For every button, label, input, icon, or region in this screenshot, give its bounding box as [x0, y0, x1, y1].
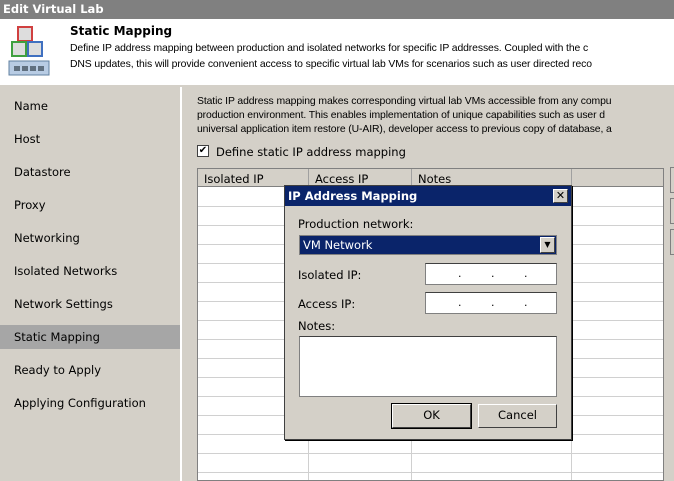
header-description: DNS updates, this will provide convenien…: [70, 59, 592, 70]
sidebar-item-host[interactable]: Host: [0, 127, 180, 151]
sidebar-item-datastore[interactable]: Datastore: [0, 160, 180, 184]
define-mapping-checkbox[interactable]: ✔: [197, 145, 209, 157]
table-row-divider: [198, 472, 663, 473]
isolated-ip-label: Isolated IP:: [298, 268, 362, 282]
page-title: Static Mapping: [70, 24, 173, 38]
sidebar-item-name[interactable]: Name: [0, 94, 180, 118]
chevron-down-icon[interactable]: ▼: [540, 237, 555, 253]
dialog-title: IP Address Mapping: [285, 186, 571, 206]
notes-textarea[interactable]: [299, 336, 557, 397]
production-network-value: VM Network: [303, 238, 373, 252]
sidebar-item-proxy[interactable]: Proxy: [0, 193, 180, 217]
remove-button[interactable]: [670, 229, 674, 255]
virtual-lab-icon: [8, 26, 50, 76]
access-ip-input[interactable]: ...: [425, 292, 557, 314]
description: universal application item restore (U-AI…: [197, 124, 612, 135]
sidebar-item-applying-configuration[interactable]: Applying Configuration: [0, 391, 180, 415]
production-network-label: Production network:: [298, 217, 414, 231]
notes-label: Notes:: [298, 319, 336, 333]
production-network-select[interactable]: VM Network ▼: [299, 235, 557, 255]
window-title: Edit Virtual Lab: [0, 0, 674, 19]
cancel-button[interactable]: Cancel: [478, 404, 557, 428]
add-button[interactable]: [670, 167, 674, 193]
sidebar-item-network-settings[interactable]: Network Settings: [0, 292, 180, 316]
close-icon[interactable]: ✕: [553, 189, 568, 203]
access-ip-label: Access IP:: [298, 297, 356, 311]
sidebar-item-ready-to-apply[interactable]: Ready to Apply: [0, 358, 180, 382]
ok-button[interactable]: OK: [391, 403, 472, 429]
description: Static IP address mapping makes correspo…: [197, 96, 612, 107]
header: Static Mapping Define IP address mapping…: [0, 19, 674, 85]
wizard-steps: Name Host Datastore Proxy Networking Iso…: [0, 87, 182, 481]
description: production environment. This enables imp…: [197, 110, 605, 121]
isolated-ip-input[interactable]: ...: [425, 263, 557, 285]
ip-address-mapping-dialog: IP Address Mapping ✕ Production network:…: [284, 185, 572, 440]
edit-button[interactable]: [670, 198, 674, 224]
sidebar-item-networking[interactable]: Networking: [0, 226, 180, 250]
define-mapping-label[interactable]: Define static IP address mapping: [216, 145, 406, 159]
sidebar-item-isolated-networks[interactable]: Isolated Networks: [0, 259, 180, 283]
header-description: Define IP address mapping between produc…: [70, 43, 589, 54]
sidebar-item-static-mapping[interactable]: Static Mapping: [0, 325, 180, 349]
table-row-divider: [198, 453, 663, 454]
